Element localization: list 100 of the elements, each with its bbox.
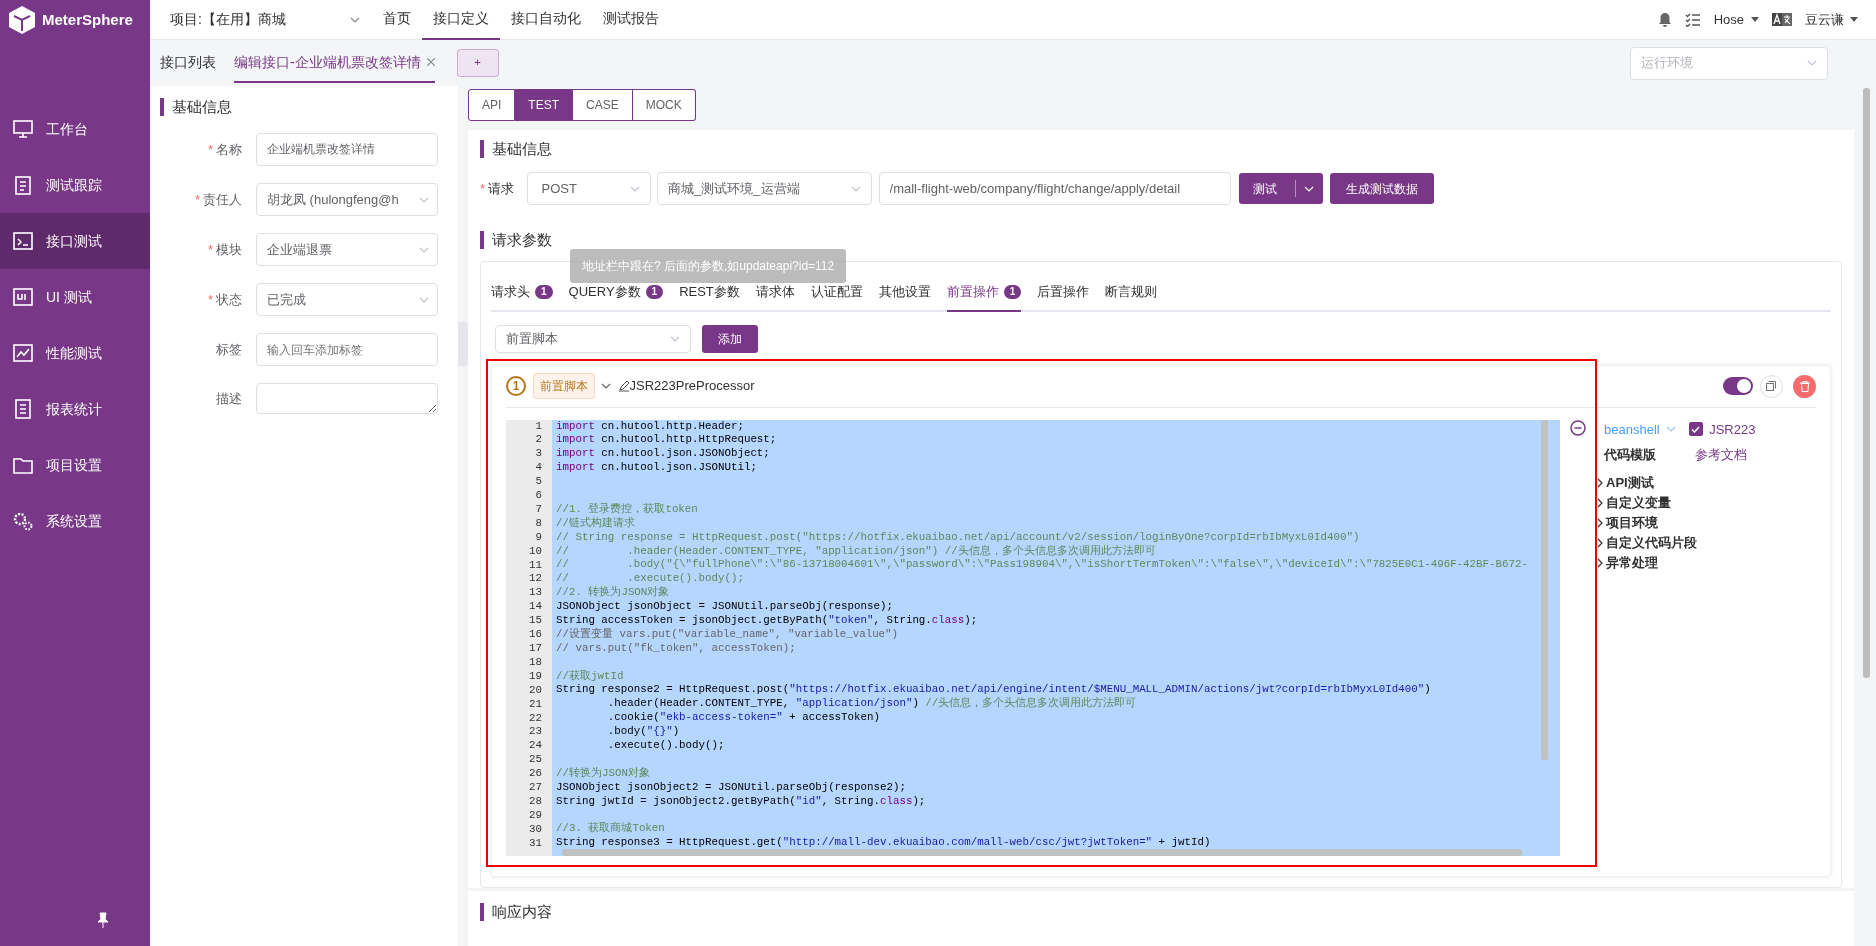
collapse-handle[interactable]: [458, 322, 468, 366]
scrollbar-thumb[interactable]: [1863, 88, 1870, 678]
tree-item[interactable]: API测试: [1596, 472, 1756, 493]
line-number: 23: [528, 725, 542, 740]
line-number: 20: [528, 683, 542, 698]
param-tab[interactable]: 请求头 1: [491, 274, 553, 312]
code-line: String jwtId = jsonObject2.getByPath("id", String.class);: [556, 794, 927, 809]
sidebar-item[interactable]: 系统设置: [0, 493, 150, 549]
chevron-right-icon: [1596, 537, 1604, 548]
param-tab[interactable]: 其他设置: [878, 274, 931, 312]
code-editor[interactable]: [506, 419, 1560, 856]
line-number: 5: [534, 475, 542, 490]
code-line: import cn.hutool.json.JSONUtil;: [556, 461, 758, 476]
count-badge: 1: [645, 284, 664, 299]
tree-item[interactable]: 异常处理: [1596, 552, 1756, 573]
line-number: 13: [528, 586, 542, 601]
close-icon[interactable]: [426, 58, 435, 66]
project-select[interactable]: 项目:【在用】商城: [170, 9, 360, 30]
select-field[interactable]: 已完成: [256, 283, 438, 316]
code-line: import cn.hutool.http.Header;: [556, 419, 745, 434]
mode-tab[interactable]: MOCK: [632, 89, 696, 121]
sidebar-item[interactable]: 测试跟踪: [0, 157, 150, 213]
delete-button[interactable]: [1793, 374, 1816, 398]
tree-item[interactable]: 项目环境: [1596, 512, 1756, 533]
mode-tab[interactable]: CASE: [573, 89, 633, 121]
url-field[interactable]: /mall-flight-web/company/flight/change/apply/detail: [878, 172, 1231, 205]
section-heading: 基础信息: [480, 140, 1842, 158]
translate-icon[interactable]: [1771, 13, 1792, 26]
environment-select[interactable]: 商城_测试环境_运营端: [657, 172, 873, 205]
chevron-down-icon: [851, 185, 862, 192]
panel-title: 代码模版: [1604, 446, 1656, 464]
sidebar-item[interactable]: 工作台: [0, 101, 150, 157]
chevron-down-icon[interactable]: [601, 383, 611, 389]
input-field[interactable]: 输入回车添加标签: [256, 333, 438, 366]
user-menu[interactable]: 豆云谦: [1804, 9, 1858, 30]
code-line: // .body("{\"fullPhone\":\"86-13718004601\",\"password\":\"Pass198904\",\"isShortTermToken\":\"false\",\"deviceId\":\"7825E0C1-496F-42BF-B672-: [556, 558, 1529, 573]
input-field[interactable]: 企业端机票改签详情: [256, 133, 438, 166]
field-label: * 请求: [480, 179, 515, 198]
line-number: 27: [528, 781, 542, 795]
document-icon: [12, 398, 34, 420]
param-tab[interactable]: 断言规则: [1105, 274, 1158, 312]
param-tab[interactable]: 后置操作: [1037, 274, 1090, 312]
code-line: import cn.hutool.json.JSONObject;: [556, 447, 771, 462]
pin-icon: [96, 912, 110, 928]
tree-item[interactable]: 自定义代码片段: [1596, 532, 1756, 553]
line-number: 15: [528, 614, 542, 629]
code-line: //2. 转换为JSON对象: [556, 586, 671, 601]
sidebar-item[interactable]: 报表统计: [0, 381, 150, 437]
code-line: import cn.hutool.http.HttpRequest;: [556, 433, 778, 448]
sidebar-item[interactable]: 性能测试: [0, 325, 150, 381]
nav-tab[interactable]: 接口自动化: [500, 0, 592, 40]
editor-tab[interactable]: 接口列表: [160, 43, 216, 83]
check-icon: [1691, 425, 1701, 433]
method-select[interactable]: POST: [526, 172, 651, 205]
select-field[interactable]: 企业端退票: [256, 233, 438, 266]
add-tab-button[interactable]: +: [456, 49, 499, 77]
add-button[interactable]: 添加: [701, 324, 758, 353]
tree-item[interactable]: 自定义变量: [1596, 492, 1756, 513]
line-number: 7: [534, 502, 542, 517]
chevron-down-icon: [419, 196, 429, 203]
code-line: .execute().body();: [606, 739, 726, 753]
code-line: //1. 登录费控，获取token: [556, 502, 699, 517]
nav-tab[interactable]: 接口定义: [422, 0, 500, 40]
bell-icon[interactable]: [1657, 12, 1672, 27]
nav-tab[interactable]: 首页: [372, 0, 422, 40]
param-tab[interactable]: 前置操作 1: [946, 274, 1022, 312]
nav-tab[interactable]: 测试报告: [592, 0, 670, 40]
docs-link[interactable]: 参考文档: [1695, 445, 1747, 465]
line-number: 4: [534, 461, 542, 476]
line-number: 2: [534, 433, 542, 448]
chevron-down-icon: [1666, 426, 1677, 433]
workspace-menu[interactable]: Hose: [1713, 9, 1759, 30]
line-number: 8: [534, 516, 542, 531]
editor-tab[interactable]: 编辑接口-企业端机票改签详情: [234, 43, 435, 83]
scrollbar-thumb[interactable]: [1541, 419, 1548, 760]
caret-down-icon: [1850, 17, 1858, 22]
select-field[interactable]: 胡龙凤 (hulongfeng@h: [256, 183, 438, 216]
sidebar-item[interactable]: 接口测试: [0, 213, 150, 269]
script-type-select[interactable]: 前置脚本: [495, 324, 691, 353]
sidebar-item[interactable]: 项目设置: [0, 437, 150, 493]
scrollbar-thumb[interactable]: [562, 848, 1522, 856]
processor-name[interactable]: JSR223PreProcessor: [617, 376, 755, 396]
field-label: * 责任人: [193, 190, 243, 209]
collapse-minus-icon[interactable]: [1570, 419, 1586, 436]
code-line: //3. 获取商城Token: [556, 822, 666, 837]
checklist-icon[interactable]: [1684, 12, 1701, 27]
field-label: * 状态: [206, 290, 243, 309]
logo-text: MeterSphere: [42, 9, 133, 30]
clipboard-icon: [12, 174, 34, 196]
field-label: 标签: [215, 340, 243, 359]
enable-switch[interactable]: [1723, 377, 1753, 395]
section-heading: 基础信息: [160, 98, 458, 116]
test-split-button[interactable]: 测试: [1239, 173, 1324, 204]
code-line: // .header(Header.CONTENT_TYPE, "application/json") //头信息，多个头信息多次调用此方法即可: [556, 544, 1157, 559]
mode-tab[interactable]: TEST: [515, 89, 573, 121]
line-number: 21: [528, 697, 542, 712]
sidebar-item[interactable]: UI 测试: [0, 269, 150, 325]
mode-tab[interactable]: API: [468, 89, 516, 121]
generate-data-button[interactable]: 生成测试数据: [1329, 173, 1434, 204]
checkbox[interactable]: [1688, 422, 1703, 437]
